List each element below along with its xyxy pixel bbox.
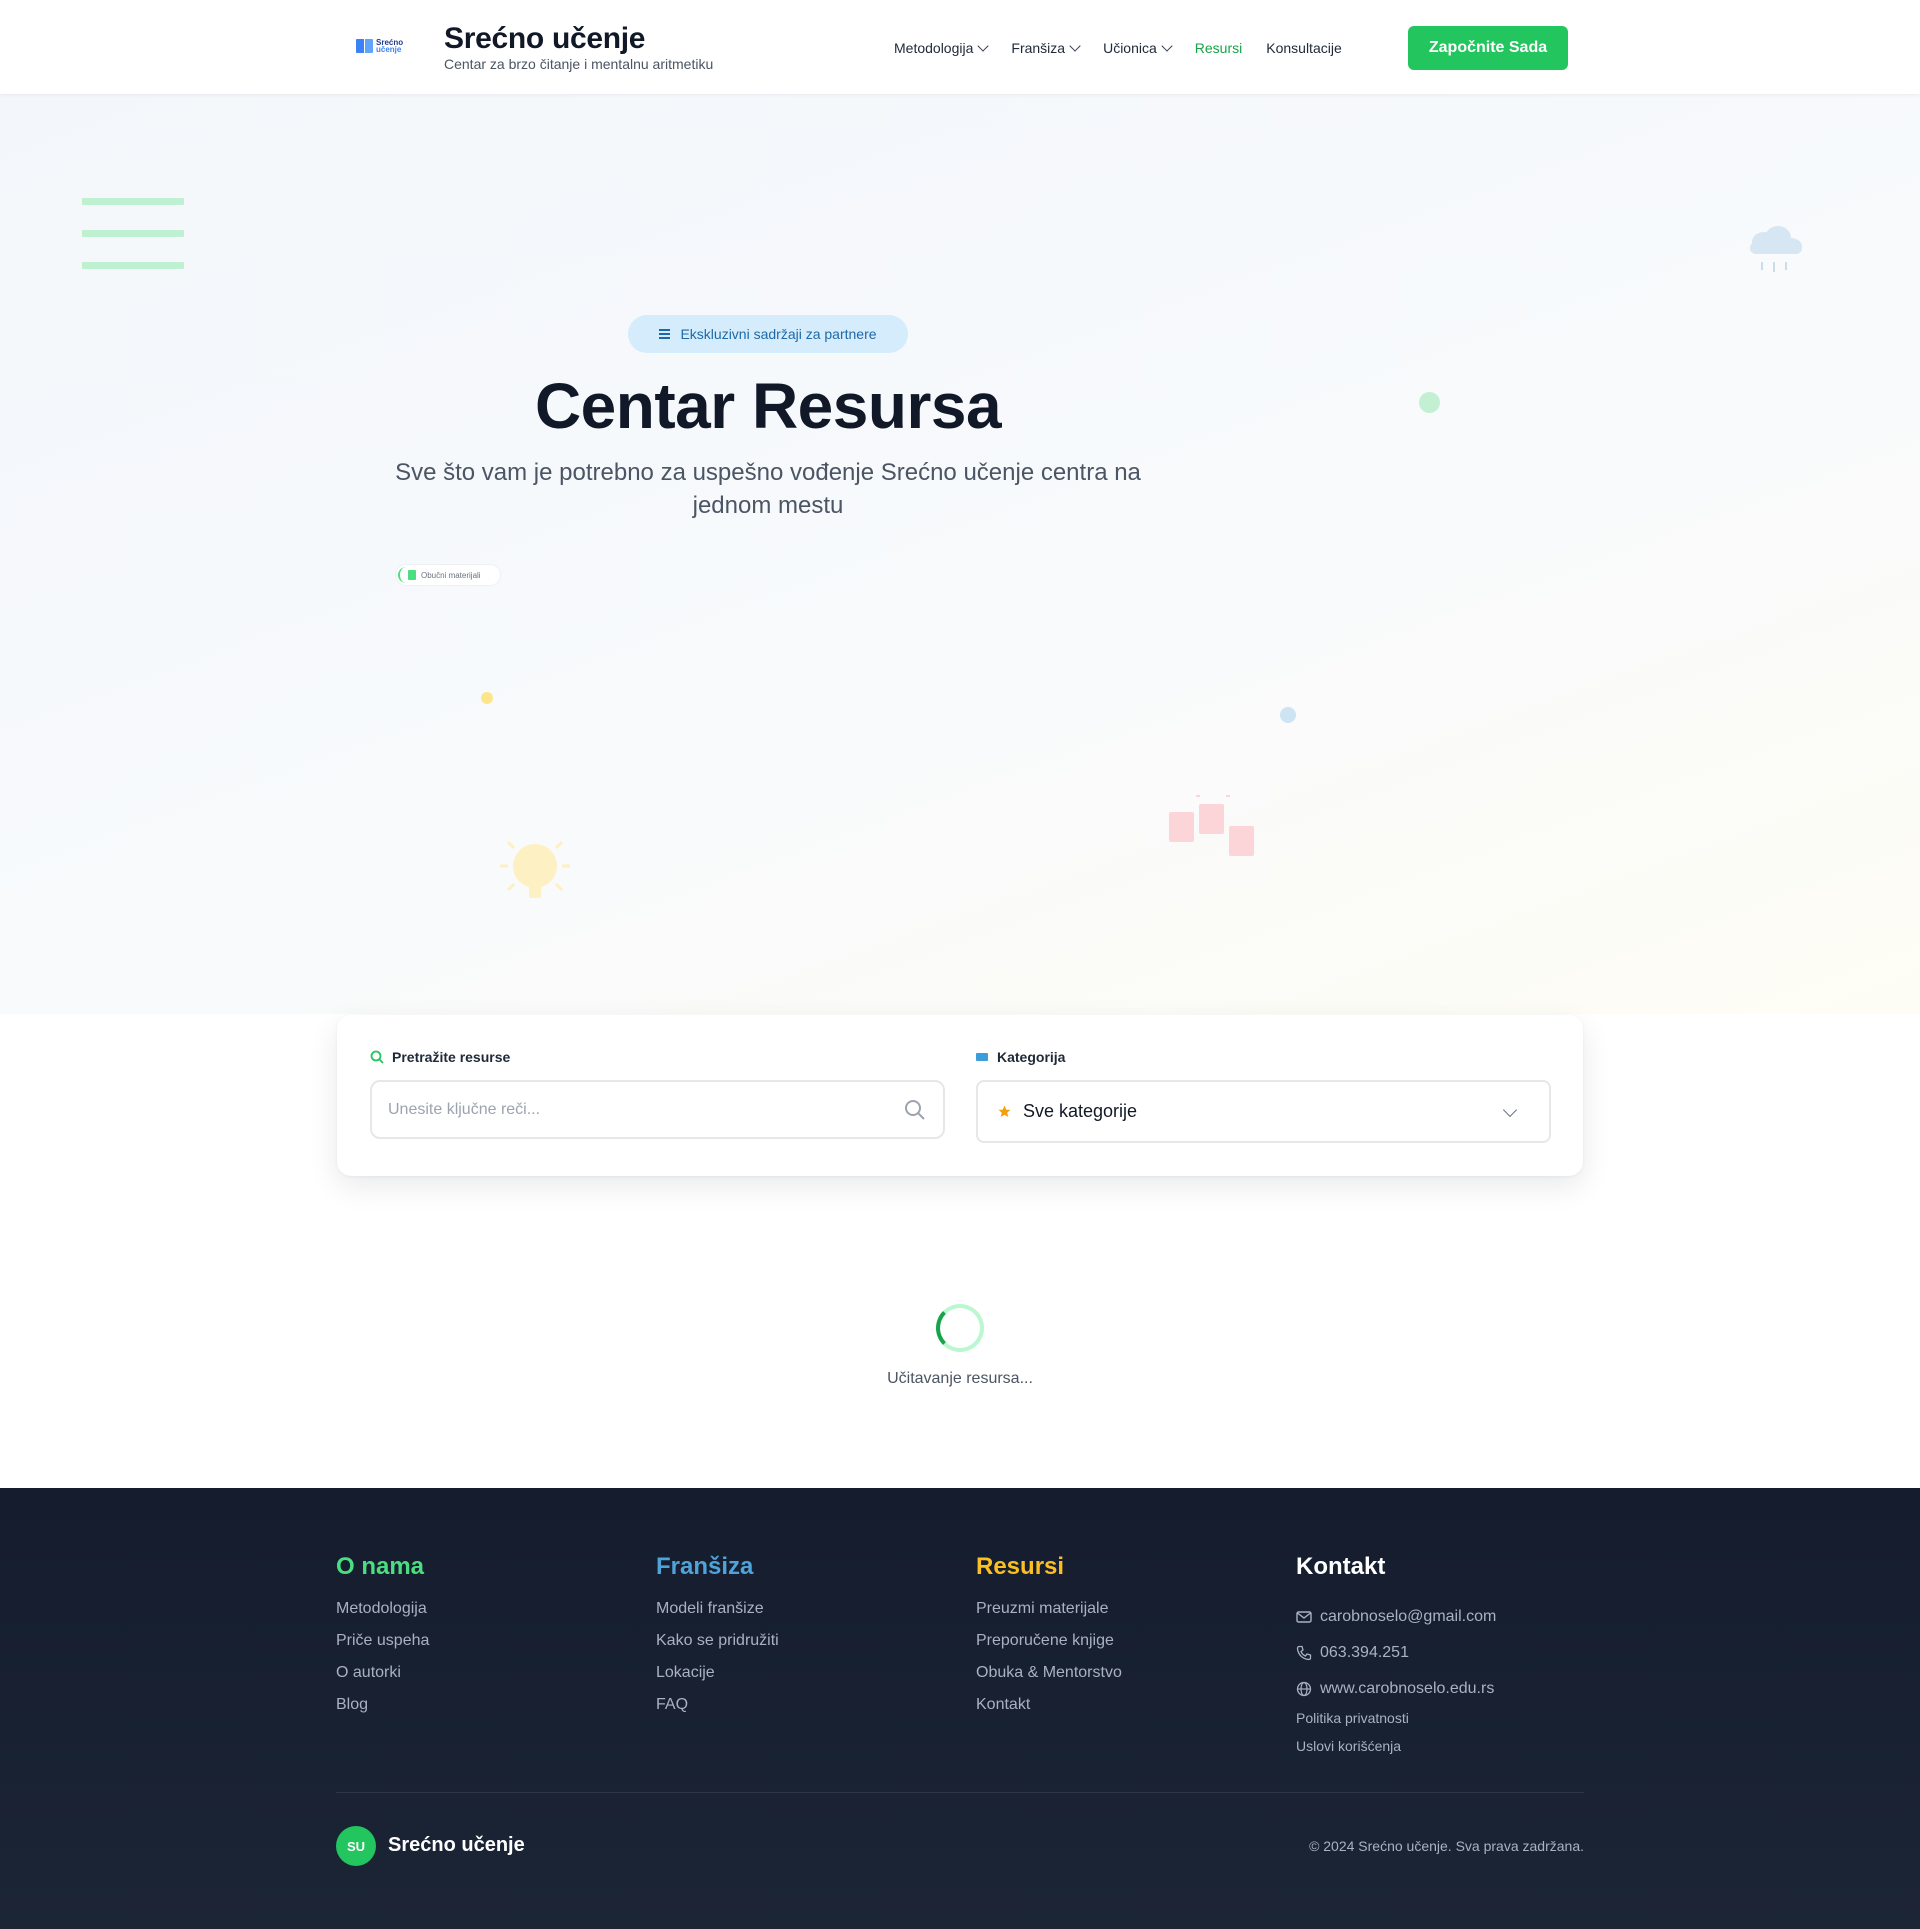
footer-heading: Resursi	[976, 1553, 1065, 1580]
nav-item-resursi[interactable]: Resursi	[1195, 40, 1242, 56]
search-icon[interactable]	[903, 1098, 927, 1122]
badge-label: Ekskluzivni sadržaji za partnere	[680, 326, 877, 342]
page-title: Centar Resursa	[534, 370, 1002, 442]
folder-icon	[976, 1052, 988, 1061]
copyright-text: © 2024 Srećno učenje. Sva prava zadržana…	[1309, 1838, 1584, 1854]
footer-link[interactable]: Metodologija	[336, 1599, 429, 1631]
footer-col-contact: Kontakt carobnoselo@gmail.com 063.394.25…	[1296, 1553, 1496, 1765]
chevron-down-icon	[1161, 40, 1173, 52]
footer-logo[interactable]: SU	[336, 1826, 376, 1866]
footer-col-resources: Resursi Preuzmi materijale Preporučene k…	[976, 1553, 1122, 1727]
nav-item-ucionica[interactable]: Učionica	[1103, 40, 1173, 56]
chevron-down-icon	[1502, 1102, 1518, 1118]
brand-title[interactable]: Srećno učenje	[444, 22, 645, 56]
brand-subtitle: Centar za brzo čitanje i mentalnu aritme…	[444, 56, 714, 72]
loading-text: Učitavanje resursa...	[887, 1370, 1033, 1387]
category-selected-value: Sve kategorije	[1023, 1101, 1138, 1121]
footer-link[interactable]: Lokacije	[656, 1663, 779, 1695]
blocks-icon	[1169, 795, 1254, 856]
footer-link[interactable]: Obuka & Mentorstvo	[976, 1663, 1122, 1695]
contact-email[interactable]: carobnoselo@gmail.com	[1296, 1599, 1496, 1635]
contact-website-text: www.carobnoselo.edu.rs	[1320, 1680, 1495, 1697]
decorative-lines	[82, 198, 184, 294]
logo[interactable]: Srećno učenje	[356, 39, 403, 54]
logo-text-line2: učenje	[376, 45, 402, 54]
terms-of-use-link[interactable]: Uslovi korišćenja	[1296, 1737, 1496, 1765]
nav-item-label: Učionica	[1103, 40, 1157, 56]
site-header: Srećno učenje Srećno učenje Centar za br…	[0, 0, 1920, 94]
phone-icon	[1296, 1645, 1312, 1661]
footer-divider	[336, 1792, 1584, 1793]
hero-section: Ekskluzivni sadržaji za partnere Centar …	[0, 94, 1920, 1014]
training-materials-pill[interactable]: Obučni materijali	[395, 564, 501, 586]
pill-label: Obučni materijali	[421, 570, 481, 580]
nav-item-fransiza[interactable]: Franšiza	[1011, 40, 1081, 56]
footer-link[interactable]: Preporučene knjige	[976, 1631, 1122, 1663]
category-label: Kategorija	[976, 1049, 1065, 1065]
privacy-policy-link[interactable]: Politika privatnosti	[1296, 1709, 1496, 1737]
site-footer: O nama Metodologija Priče uspeha O autor…	[0, 1488, 1920, 1929]
chevron-down-icon	[1069, 40, 1081, 52]
footer-link[interactable]: FAQ	[656, 1695, 779, 1727]
search-filter-card: Pretražite resurse Kategorija Sve katego…	[337, 1015, 1583, 1176]
search-field	[370, 1080, 945, 1139]
footer-col-about: O nama Metodologija Priče uspeha O autor…	[336, 1553, 429, 1727]
footer-brand: Srećno učenje	[388, 1834, 525, 1856]
footer-heading: O nama	[336, 1553, 425, 1580]
decorative-dot	[1280, 707, 1296, 723]
category-label-text: Kategorija	[997, 1049, 1066, 1065]
globe-icon	[1296, 1681, 1312, 1697]
page-subtitle: Sve što vam je potrebno za uspešno vođen…	[395, 459, 1141, 519]
contact-website[interactable]: www.carobnoselo.edu.rs	[1296, 1671, 1496, 1707]
book-icon	[356, 39, 373, 53]
mail-icon	[1296, 1611, 1312, 1623]
footer-link[interactable]: Kako se pridružiti	[656, 1631, 779, 1663]
footer-heading: Kontakt	[1296, 1553, 1386, 1580]
list-icon	[659, 329, 671, 339]
loading-spinner	[936, 1304, 984, 1352]
contact-phone[interactable]: 063.394.251	[1296, 1635, 1496, 1671]
category-select[interactable]: Sve kategorije	[976, 1080, 1551, 1143]
nav-item-label: Metodologija	[894, 40, 974, 56]
lightbulb-icon	[500, 840, 570, 898]
footer-link[interactable]: Priče uspeha	[336, 1631, 429, 1663]
footer-col-franchise: Franšiza Modeli franšize Kako se pridruž…	[656, 1553, 779, 1727]
search-label-text: Pretražite resurse	[392, 1049, 511, 1065]
main-nav: Metodologija Franšiza Učionica Resursi K…	[894, 26, 1366, 70]
footer-heading: Franšiza	[656, 1553, 754, 1580]
footer-link[interactable]: Kontakt	[976, 1695, 1122, 1727]
star-icon	[998, 1105, 1011, 1117]
nav-item-metodologija[interactable]: Metodologija	[894, 40, 990, 56]
footer-link[interactable]: Modeli franšize	[656, 1599, 779, 1631]
start-now-button[interactable]: Započnite Sada	[1408, 26, 1568, 70]
search-icon	[370, 1050, 384, 1064]
document-icon	[408, 570, 416, 580]
partners-badge: Ekskluzivni sadržaji za partnere	[628, 315, 908, 353]
footer-link[interactable]: Preuzmi materijale	[976, 1599, 1122, 1631]
logo-text: Srećno učenje	[376, 39, 403, 54]
decorative-dot	[1419, 392, 1440, 413]
footer-link[interactable]: Blog	[336, 1695, 429, 1727]
contact-email-text: carobnoselo@gmail.com	[1320, 1608, 1497, 1625]
search-label: Pretražite resurse	[370, 1049, 510, 1065]
footer-link[interactable]: O autorki	[336, 1663, 429, 1695]
nav-item-label: Franšiza	[1011, 40, 1066, 56]
decorative-dot	[481, 692, 493, 704]
search-input[interactable]	[372, 1082, 943, 1137]
rain-cloud-icon	[1750, 226, 1802, 272]
contact-phone-text: 063.394.251	[1320, 1644, 1409, 1661]
chevron-down-icon	[977, 40, 990, 52]
nav-item-konsultacije[interactable]: Konsultacije	[1266, 40, 1342, 56]
